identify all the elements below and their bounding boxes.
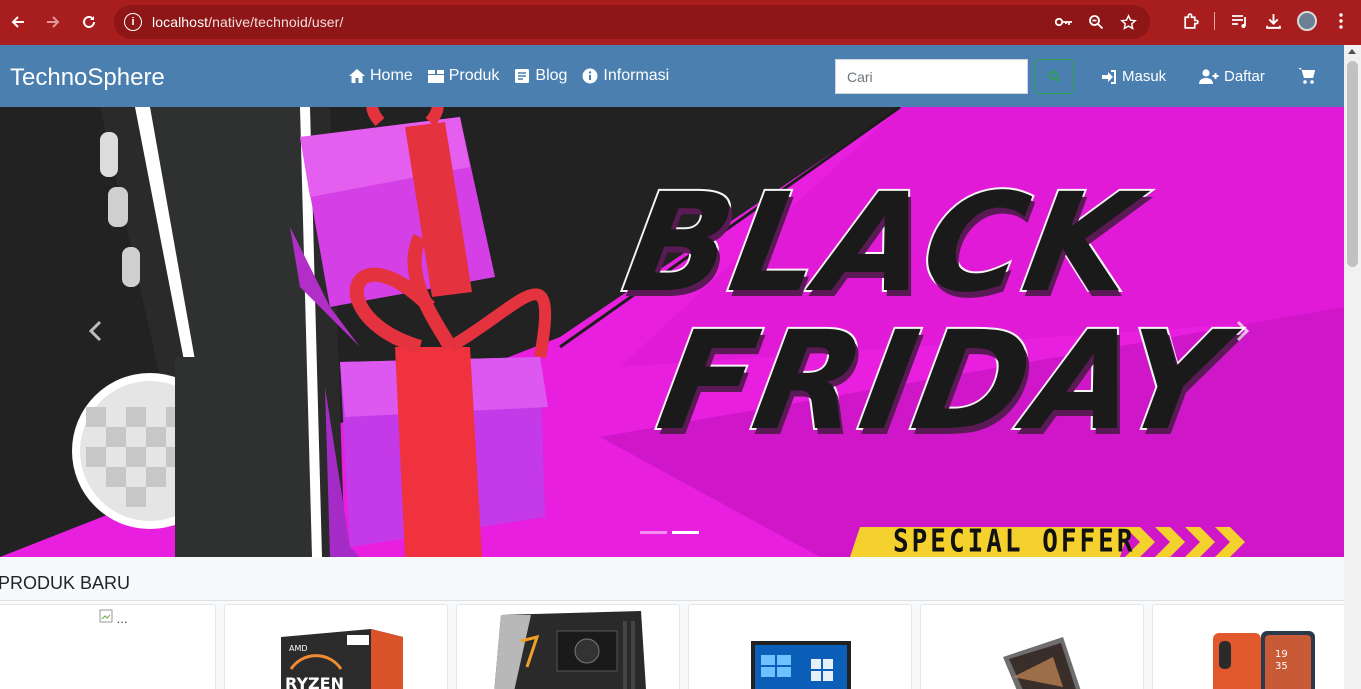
carousel-indicator[interactable] [640, 531, 667, 534]
register-label: Daftar [1224, 68, 1265, 85]
svg-text:35: 35 [1275, 661, 1288, 672]
nav-home-label: Home [370, 67, 413, 84]
user-plus-icon [1199, 69, 1219, 84]
key-icon[interactable] [1054, 12, 1074, 32]
download-icon[interactable] [1263, 11, 1283, 31]
web-page: TechnoSphere Home Produk Blog Informasi … [0, 45, 1344, 689]
phone-image: 19 35 [1213, 631, 1315, 689]
svg-text:19: 19 [1275, 649, 1288, 660]
register-link[interactable]: Daftar [1199, 68, 1265, 85]
product-card[interactable] [688, 604, 912, 689]
profile-avatar[interactable] [1297, 11, 1317, 31]
hero-carousel[interactable]: BLACK FRIDAY SPECIAL OFFER [0, 107, 1344, 557]
svg-text:AMD: AMD [289, 644, 308, 653]
product-list: ... AMD RYZEN 19 35 [0, 604, 1344, 689]
banner-special-offer: SPECIAL OFFER [893, 524, 1136, 557]
box-icon [427, 70, 444, 83]
nav-home[interactable]: Home [348, 67, 413, 85]
section-title-new-products: PRODUK BARU [0, 573, 131, 593]
broken-image-icon: ... [99, 609, 127, 626]
search-button[interactable] [1035, 59, 1073, 94]
page-scrollbar[interactable] [1344, 45, 1361, 689]
svg-text:RYZEN: RYZEN [285, 674, 344, 689]
search-input[interactable]: Cari [835, 59, 1028, 94]
address-bar[interactable]: i localhost/native/technoid/user/ [114, 5, 1150, 39]
cart-icon[interactable] [1298, 67, 1316, 85]
nav-produk-label: Produk [448, 67, 500, 84]
browser-toolbar: i localhost/native/technoid/user/ [0, 0, 1361, 45]
scroll-up-arrow-icon[interactable] [1348, 49, 1356, 54]
motherboard-image [494, 611, 646, 689]
login-link[interactable]: Masuk [1101, 68, 1166, 85]
sign-in-icon [1102, 69, 1116, 84]
product-card[interactable] [920, 604, 1144, 689]
search-icon [1048, 70, 1060, 83]
nav-informasi[interactable]: Informasi [581, 67, 669, 85]
site-navbar: TechnoSphere Home Produk Blog Informasi … [0, 45, 1344, 107]
toolbar-divider [1214, 12, 1215, 30]
zoom-icon[interactable] [1086, 12, 1106, 32]
convertible-laptop-image [1003, 637, 1081, 689]
product-card[interactable] [456, 604, 680, 689]
product-card[interactable]: 19 35 [1152, 604, 1344, 689]
banner-headline-black: BLACK [612, 163, 1150, 325]
carousel-indicator-active[interactable] [672, 531, 699, 534]
info-circle-icon [582, 68, 598, 84]
laptop-image [751, 641, 851, 689]
nav-produk[interactable]: Produk [427, 67, 500, 85]
cpu-box-image: AMD RYZEN [281, 629, 403, 689]
nav-blog-label: Blog [535, 67, 568, 84]
carousel-next-icon[interactable] [1236, 317, 1250, 349]
url-text[interactable]: localhost/native/technoid/user/ [152, 14, 343, 30]
login-label: Masuk [1122, 68, 1167, 85]
extensions-icon[interactable] [1180, 11, 1200, 31]
bookmark-star-icon[interactable] [1118, 12, 1138, 32]
product-card[interactable]: ... [0, 604, 216, 689]
nav-blog[interactable]: Blog [513, 67, 567, 85]
media-queue-icon[interactable] [1229, 11, 1249, 31]
brand-logo[interactable]: TechnoSphere [10, 64, 165, 92]
carousel-prev-icon[interactable] [88, 317, 102, 349]
carousel-indicators [640, 531, 699, 534]
banner-headline-friday: FRIDAY [646, 301, 1239, 463]
main-menu: Home Produk Blog Informasi [348, 67, 669, 85]
nav-informasi-label: Informasi [603, 67, 670, 84]
home-icon [349, 69, 365, 83]
forward-arrow-icon[interactable] [41, 10, 65, 34]
section-divider [0, 600, 1344, 601]
scroll-thumb[interactable] [1347, 61, 1358, 267]
image-alt-text: ... [116, 611, 128, 626]
back-arrow-icon[interactable] [6, 10, 30, 34]
site-info-icon[interactable]: i [124, 13, 142, 31]
reload-icon[interactable] [77, 10, 101, 34]
kebab-menu-icon[interactable] [1331, 11, 1351, 31]
product-card[interactable]: AMD RYZEN [224, 604, 448, 689]
blog-icon [515, 69, 530, 83]
